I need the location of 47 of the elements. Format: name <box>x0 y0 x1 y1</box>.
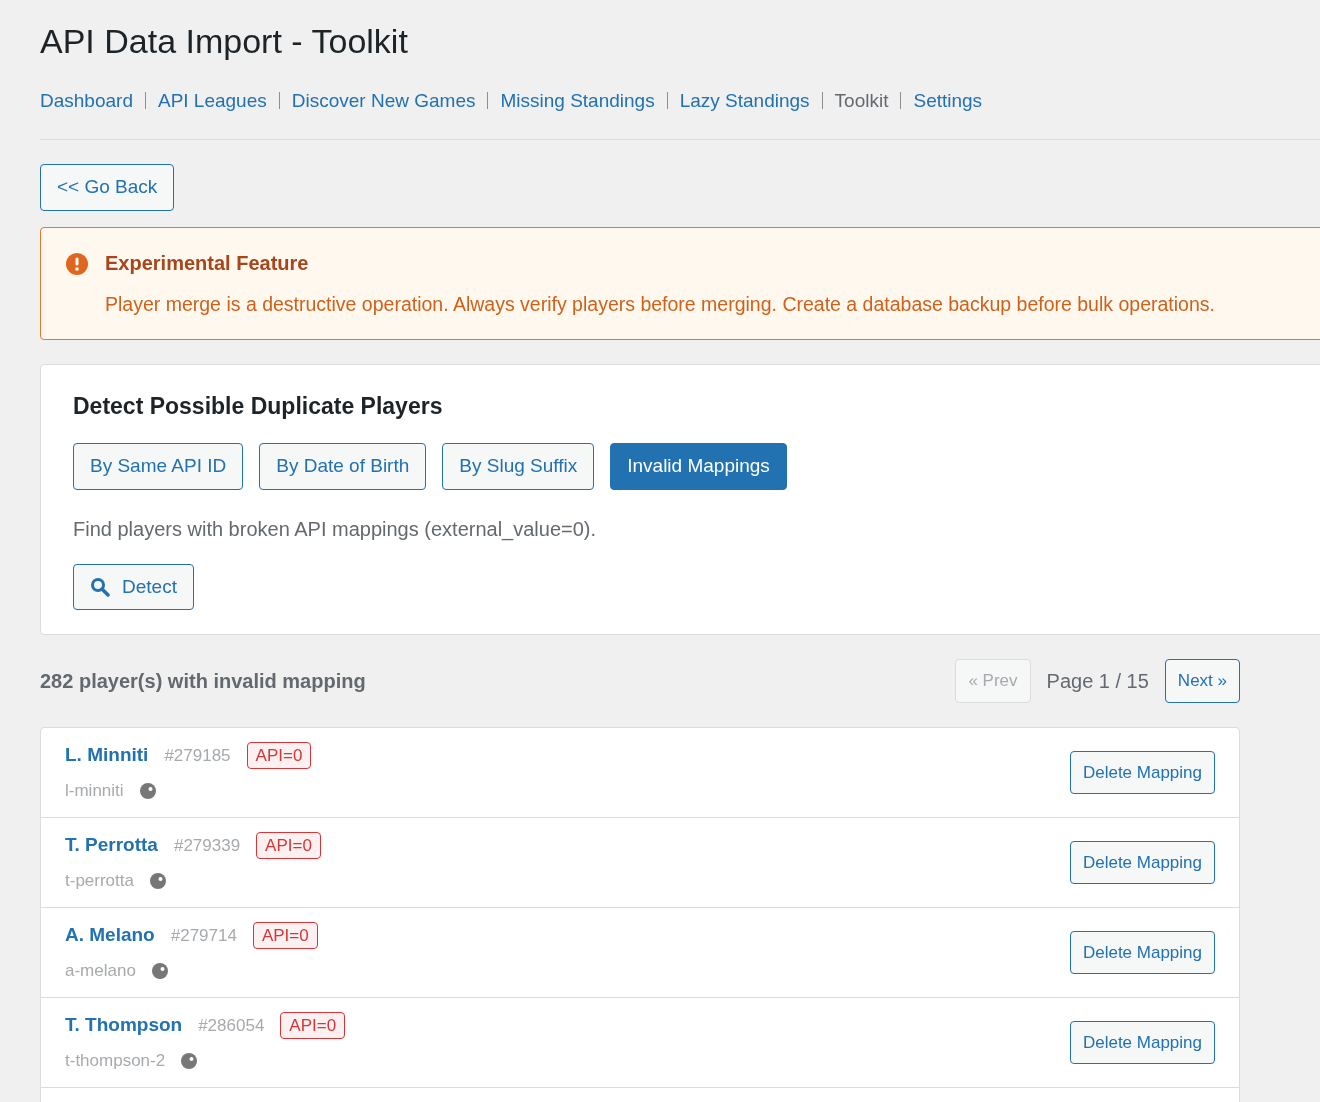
player-id: #279714 <box>170 924 237 947</box>
delete-mapping-button[interactable]: Delete Mapping <box>1069 840 1215 884</box>
delete-mapping-button[interactable]: Delete Mapping <box>1069 1020 1215 1064</box>
player-id: #286054 <box>198 1014 265 1037</box>
ball-icon <box>150 872 166 889</box>
delete-mapping-button[interactable]: Delete Mapping <box>1069 930 1215 974</box>
detect-button[interactable]: Detect <box>73 563 194 611</box>
mode-tab[interactable]: By Slug Suffix <box>442 443 595 490</box>
mode-tab[interactable]: By Date of Birth <box>259 443 427 490</box>
nav-link[interactable]: API Leagues <box>157 86 267 115</box>
player-slug: l-minniti <box>65 779 124 802</box>
player-name[interactable]: L. Minniti <box>65 741 149 770</box>
nav-link[interactable]: Toolkit <box>834 86 889 115</box>
notice-title: Experimental Feature <box>105 250 310 276</box>
player-id: #279185 <box>164 744 231 767</box>
next-button[interactable]: Next » <box>1164 659 1240 703</box>
delete-mapping-button[interactable]: Delete Mapping <box>1069 750 1215 794</box>
notice-message: Player merge is a destructive operation. Always verify players before merging. Create a database backup before bulk operations. <box>105 291 1215 317</box>
player-name[interactable]: T. Perrotta <box>65 831 158 860</box>
panel-title: Detect Possible Duplicate Players <box>73 391 444 421</box>
page-title: API Data Import - Toolkit <box>40 21 409 62</box>
api-tag: API=0 <box>246 741 312 770</box>
nav-link[interactable]: Settings <box>913 86 983 115</box>
search-icon <box>90 577 110 597</box>
go-back-button[interactable]: << Go Back <box>40 164 175 211</box>
nav-link[interactable]: Dashboard <box>40 86 133 115</box>
results-summary: 282 player(s) with invalid mapping <box>40 669 367 694</box>
player-id: #279339 <box>173 834 241 857</box>
player-slug: t-thompson-2 <box>65 1049 166 1072</box>
page-indicator: Page 1 / 15 <box>1046 669 1149 694</box>
player-name[interactable]: T. Thompson <box>65 1011 183 1040</box>
player-name[interactable]: A. Melano <box>65 921 155 950</box>
warning-icon <box>65 251 89 276</box>
nav-link[interactable]: Lazy Standings <box>679 86 810 115</box>
mode-tab[interactable]: By Same API ID <box>73 443 244 490</box>
ball-icon <box>151 962 168 979</box>
mode-tab[interactable]: Invalid Mappings <box>610 443 787 490</box>
api-tag: API=0 <box>252 921 318 950</box>
api-tag: API=0 <box>256 831 321 860</box>
player-slug: a-melano <box>65 959 136 982</box>
nav-link[interactable]: Missing Standings <box>500 86 655 115</box>
api-tag: API=0 <box>280 1011 346 1040</box>
ball-icon <box>139 782 156 799</box>
player-slug: t-perrotta <box>65 869 134 892</box>
ball-icon <box>181 1052 198 1069</box>
nav-link[interactable]: Discover New Games <box>291 86 476 115</box>
mode-description: Find players with broken API mappings (external_value=0). <box>73 516 598 543</box>
